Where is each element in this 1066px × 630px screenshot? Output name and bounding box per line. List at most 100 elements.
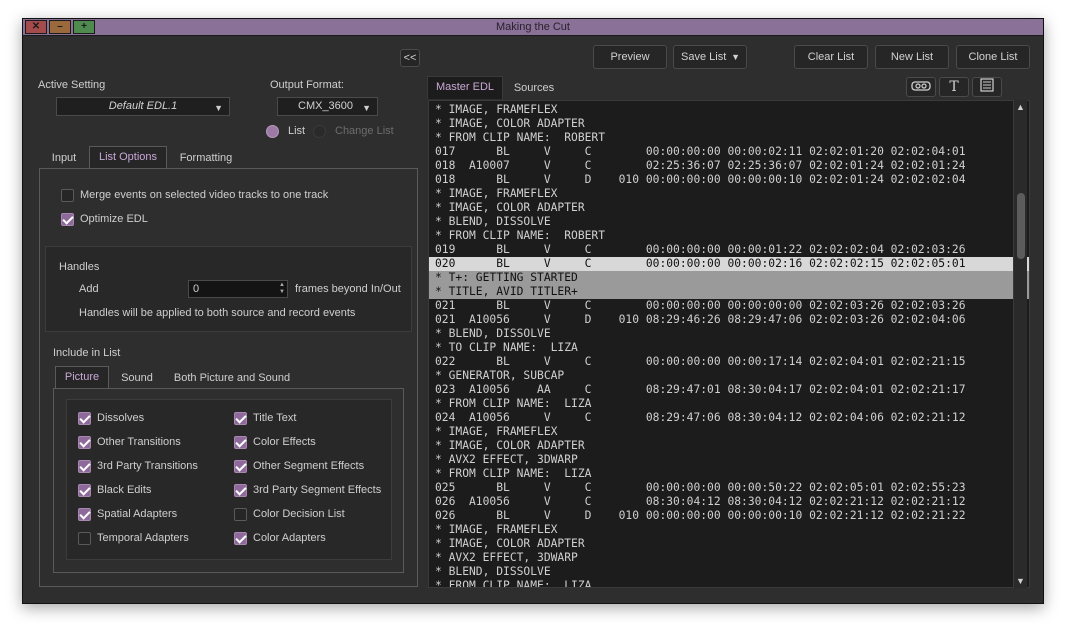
clone-list-button[interactable]: Clone List bbox=[956, 45, 1030, 69]
edl-lines: * IMAGE, FRAMEFLEX * IMAGE, COLOR ADAPTER… bbox=[429, 101, 1029, 587]
include-right-label-1: Color Effects bbox=[253, 436, 316, 448]
edl-line[interactable]: * IMAGE, COLOR ADAPTER bbox=[429, 201, 1029, 215]
active-setting-select[interactable]: Default EDL.1 ▼ bbox=[56, 97, 230, 116]
include-right-label-2: Other Segment Effects bbox=[253, 460, 365, 472]
edl-line[interactable]: * IMAGE, FRAMEFLEX bbox=[429, 187, 1029, 201]
scroll-thumb[interactable] bbox=[1017, 193, 1025, 259]
include-right-checkbox-4[interactable] bbox=[234, 508, 247, 521]
include-right-checkbox-0[interactable] bbox=[234, 412, 247, 425]
edl-line[interactable]: * FROM CLIP NAME: LIZA bbox=[429, 467, 1029, 481]
tab-list-options[interactable]: List Options bbox=[89, 146, 167, 169]
include-right-checkbox-5[interactable] bbox=[234, 532, 247, 545]
edl-line[interactable]: * T+: GETTING STARTED bbox=[429, 271, 1029, 285]
edl-line[interactable]: * FROM CLIP NAME: LIZA bbox=[429, 397, 1029, 411]
include-right-label-5: Color Adapters bbox=[253, 532, 326, 544]
edl-line[interactable]: * BLEND, DISSOLVE bbox=[429, 327, 1029, 341]
edl-line[interactable]: 021 BL V C 00:00:00:00 00:00:00:00 02:02… bbox=[429, 299, 1029, 313]
edl-line[interactable]: * FROM CLIP NAME: ROBERT bbox=[429, 229, 1029, 243]
include-left-checkbox-0[interactable] bbox=[78, 412, 91, 425]
output-format-select[interactable]: CMX_3600 ▼ bbox=[277, 97, 378, 116]
output-format-label: Output Format: bbox=[270, 79, 344, 91]
list-radio[interactable] bbox=[266, 125, 279, 138]
include-left-checkbox-3[interactable] bbox=[78, 484, 91, 497]
stepper-arrows-icon[interactable]: ▲ ▼ bbox=[279, 282, 285, 296]
edl-line[interactable]: 022 BL V C 00:00:00:00 00:00:17:14 02:02… bbox=[429, 355, 1029, 369]
handles-frames-value: 0 bbox=[193, 283, 200, 295]
edl-line[interactable]: * FROM CLIP NAME: ROBERT bbox=[429, 131, 1029, 145]
handles-note: Handles will be applied to both source a… bbox=[79, 307, 356, 319]
scroll-up-icon[interactable]: ▲ bbox=[1016, 102, 1025, 112]
edl-line[interactable]: * FROM CLIP NAME: LIZA bbox=[429, 579, 1029, 587]
active-setting-label: Active Setting bbox=[38, 79, 106, 91]
edl-line[interactable]: 017 BL V C 00:00:00:00 00:00:02:11 02:02… bbox=[429, 145, 1029, 159]
text-icon[interactable]: T bbox=[939, 77, 969, 97]
tape-icon[interactable] bbox=[906, 77, 936, 97]
output-format-value: CMX_3600 bbox=[298, 100, 354, 112]
clear-list-button[interactable]: Clear List bbox=[794, 45, 868, 69]
edl-line[interactable]: * TO CLIP NAME: LIZA bbox=[429, 341, 1029, 355]
tab-master-edl[interactable]: Master EDL bbox=[427, 76, 503, 99]
edl-line[interactable]: 025 BL V C 00:00:00:00 00:00:50:22 02:02… bbox=[429, 481, 1029, 495]
include-right-label-4: Color Decision List bbox=[253, 508, 345, 520]
edl-line[interactable]: 018 BL V D 010 00:00:00:00 00:00:00:10 0… bbox=[429, 173, 1029, 187]
edl-line[interactable]: * IMAGE, FRAMEFLEX bbox=[429, 103, 1029, 117]
edl-line[interactable]: * BLEND, DISSOLVE bbox=[429, 215, 1029, 229]
change-list-radio[interactable] bbox=[313, 125, 326, 138]
include-right-checkbox-2[interactable] bbox=[234, 460, 247, 473]
include-right-checkbox-1[interactable] bbox=[234, 436, 247, 449]
edl-line[interactable]: 026 BL V D 010 00:00:00:00 00:00:00:10 0… bbox=[429, 509, 1029, 523]
edl-line[interactable]: * GENERATOR, SUBCAP bbox=[429, 369, 1029, 383]
edl-line[interactable]: 026 A10056 V C 08:30:04:12 08:30:04:12 0… bbox=[429, 495, 1029, 509]
list-icon[interactable] bbox=[972, 77, 1002, 97]
include-right-checkbox-3[interactable] bbox=[234, 484, 247, 497]
edl-line[interactable]: * IMAGE, FRAMEFLEX bbox=[429, 523, 1029, 537]
edl-line[interactable]: 020 BL V C 00:00:00:00 00:00:02:16 02:02… bbox=[429, 257, 1029, 271]
preview-button[interactable]: Preview bbox=[593, 45, 667, 69]
edl-line[interactable]: * TITLE, AVID TITLER+ bbox=[429, 285, 1029, 299]
new-list-button[interactable]: New List bbox=[875, 45, 949, 69]
making-the-cut-window: ✕ – + Making the Cut << Preview Save Lis… bbox=[22, 18, 1044, 604]
edl-line[interactable]: * IMAGE, COLOR ADAPTER bbox=[429, 537, 1029, 551]
include-left-checkbox-4[interactable] bbox=[78, 508, 91, 521]
include-in-list-title: Include in List bbox=[53, 347, 121, 359]
scroll-down-icon[interactable]: ▼ bbox=[1016, 576, 1025, 586]
include-right-label-0: Title Text bbox=[253, 412, 297, 424]
handles-frames-input[interactable]: 0 ▲ ▼ bbox=[188, 280, 288, 298]
include-left-checkbox-2[interactable] bbox=[78, 460, 91, 473]
include-left-checkbox-5[interactable] bbox=[78, 532, 91, 545]
edl-line[interactable]: * BLEND, DISSOLVE bbox=[429, 565, 1029, 579]
edl-line[interactable]: * AVX2 EFFECT, 3DWARP bbox=[429, 551, 1029, 565]
include-left-label-1: Other Transitions bbox=[97, 436, 181, 448]
edl-line[interactable]: * IMAGE, COLOR ADAPTER bbox=[429, 117, 1029, 131]
edl-line[interactable]: * AVX2 EFFECT, 3DWARP bbox=[429, 453, 1029, 467]
optimize-edl-label: Optimize EDL bbox=[80, 213, 148, 225]
collapse-panel-button[interactable]: << bbox=[400, 49, 420, 67]
include-left-label-2: 3rd Party Transitions bbox=[97, 460, 198, 472]
edl-line[interactable]: 018 A10007 V C 02:25:36:07 02:25:36:07 0… bbox=[429, 159, 1029, 173]
edl-line[interactable]: 019 BL V C 00:00:00:00 00:00:01:22 02:02… bbox=[429, 243, 1029, 257]
change-list-radio-label: Change List bbox=[335, 125, 394, 137]
include-left-label-0: Dissolves bbox=[97, 412, 145, 424]
chevron-down-icon: ▼ bbox=[731, 52, 740, 62]
edl-line[interactable]: * IMAGE, FRAMEFLEX bbox=[429, 425, 1029, 439]
edl-text-view[interactable]: * IMAGE, FRAMEFLEX * IMAGE, COLOR ADAPTER… bbox=[428, 100, 1030, 588]
include-left-label-5: Temporal Adapters bbox=[97, 532, 189, 544]
include-left-checkbox-1[interactable] bbox=[78, 436, 91, 449]
tab-picture[interactable]: Picture bbox=[55, 366, 109, 389]
edl-line[interactable]: 023 A10056 AA C 08:29:47:01 08:30:04:17 … bbox=[429, 383, 1029, 397]
handles-suffix: frames beyond In/Out bbox=[295, 283, 401, 295]
merge-events-checkbox[interactable] bbox=[61, 189, 74, 202]
chevron-down-icon: ▼ bbox=[214, 103, 223, 113]
active-setting-value: Default EDL.1 bbox=[108, 100, 178, 112]
edl-line[interactable]: 024 A10056 V C 08:29:47:06 08:30:04:12 0… bbox=[429, 411, 1029, 425]
edl-scrollbar[interactable]: ▲ ▼ bbox=[1013, 100, 1027, 588]
edl-line[interactable]: 021 A10056 V D 010 08:29:46:26 08:29:47:… bbox=[429, 313, 1029, 327]
save-list-button[interactable]: Save List ▼ bbox=[673, 45, 747, 69]
handles-title: Handles bbox=[59, 261, 100, 273]
tab-sources[interactable]: Sources bbox=[509, 82, 559, 98]
optimize-edl-checkbox[interactable] bbox=[61, 213, 74, 226]
edl-line[interactable]: * IMAGE, COLOR ADAPTER bbox=[429, 439, 1029, 453]
include-left-label-4: Spatial Adapters bbox=[97, 508, 178, 520]
include-left-label-3: Black Edits bbox=[97, 484, 152, 496]
include-right-label-3: 3rd Party Segment Effects bbox=[253, 484, 382, 496]
